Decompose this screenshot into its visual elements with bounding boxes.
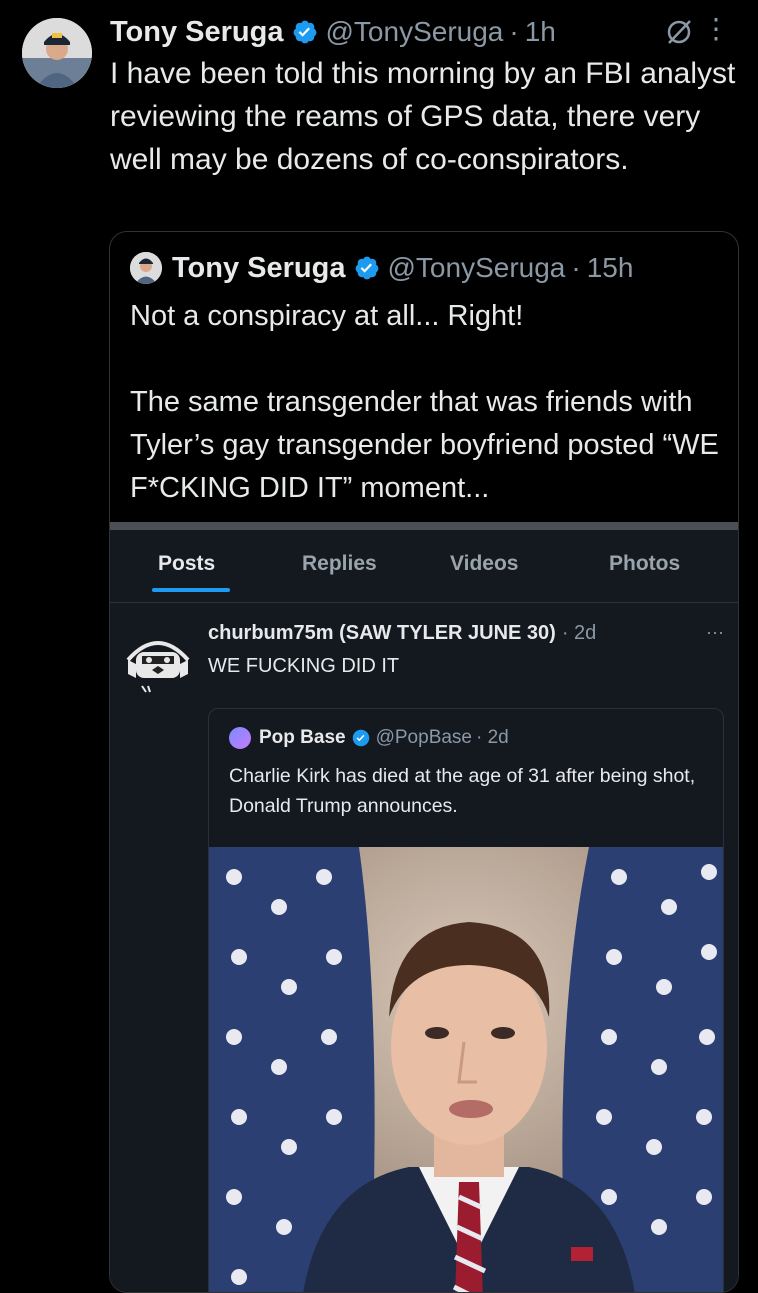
inner-quoted-text: Charlie Kirk has died at the age of 31 a… [229, 765, 696, 817]
inner-post-header: churbum75m (SAW TYLER JUNE 30) · 2d [208, 622, 596, 645]
quoted-text-line-2: The same transgender that was friends wi… [130, 386, 719, 504]
quoted-tweet-text: Not a conspiracy at all... Right! The sa… [130, 295, 730, 510]
inner-post-avatar [122, 630, 194, 696]
quoted-text-line-1: Not a conspiracy at all... Right! [130, 300, 524, 332]
separator-dot: · [571, 252, 581, 283]
inner-more-icon: ··· [706, 622, 724, 642]
timestamp[interactable]: 1h [525, 16, 556, 48]
verified-badge-icon [293, 20, 316, 44]
author-handle[interactable]: @TonySeruga [326, 16, 504, 48]
quoted-timestamp: 15h [586, 252, 634, 283]
inner-quoted-post: Pop Base @PopBase · 2d Charlie Kirk has … [208, 708, 724, 1292]
tweet-header: Tony Seruga @TonySeruga · 1h [110, 14, 738, 50]
separator-dot: · [509, 16, 519, 47]
more-options-icon[interactable]: ⋮ [702, 14, 730, 44]
author-name[interactable]: Tony Seruga [110, 16, 284, 49]
verified-badge-icon [355, 256, 378, 280]
screenshot-top-edge [110, 522, 738, 530]
verified-badge-icon [352, 729, 369, 747]
quoted-tweet[interactable]: Tony Seruga @TonySeruga · 15h Not a cons… [109, 231, 739, 1293]
inner-post-time: · 2d [561, 622, 597, 644]
tabs-divider [110, 602, 738, 603]
tweet-text: I have been told this morning by an FBI … [110, 57, 736, 176]
tab-posts: Posts [158, 552, 216, 575]
author-avatar[interactable] [22, 18, 92, 88]
grok-icon[interactable] [664, 17, 694, 47]
quoted-author-handle: @TonySeruga [387, 252, 566, 283]
popbase-avatar [229, 727, 251, 749]
active-tab-indicator [152, 588, 230, 592]
news-photo [209, 847, 723, 1292]
inner-quoted-author: Pop Base [259, 727, 346, 748]
quoted-author-name: Tony Seruga [172, 251, 346, 284]
inner-quoted-time: · 2d [476, 727, 509, 748]
tab-photos: Photos [609, 552, 681, 575]
inner-post-text: WE FUCKING DID IT [208, 655, 400, 677]
quoted-author-avatar [130, 252, 162, 284]
inner-post-author: churbum75m (SAW TYLER JUNE 30) [208, 622, 556, 644]
embedded-screenshot: Posts Replies Videos Photos churbum75m (… [110, 522, 738, 1292]
tab-replies: Replies [302, 552, 377, 575]
tab-videos: Videos [450, 552, 519, 575]
inner-quoted-handle: @PopBase [375, 727, 472, 748]
quoted-tweet-header: Tony Seruga @TonySeruga · 15h [130, 248, 633, 288]
inner-quoted-header: Pop Base @PopBase · 2d [229, 727, 509, 749]
